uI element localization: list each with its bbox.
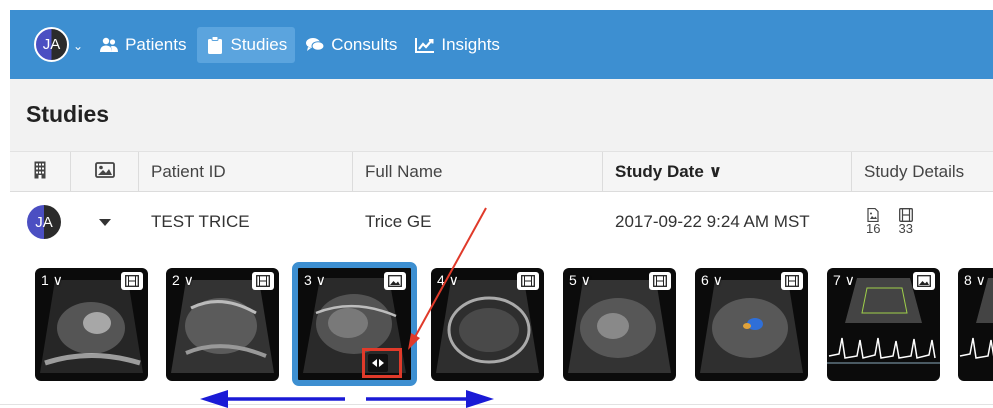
nav-patients[interactable]: Patients: [91, 27, 194, 63]
top-navbar: JA ⌄ Patients Studies Consults Insights: [10, 10, 993, 79]
table-header: Patient ID Full Name Study Date ∨ Study …: [10, 152, 993, 192]
column-header-study-details[interactable]: Study Details: [852, 152, 993, 192]
study-date-cell: 2017-09-22 9:24 AM MST: [615, 212, 810, 231]
thumbnail-8[interactable]: 8 ∨: [958, 268, 993, 381]
film-icon: [121, 272, 143, 290]
caret-down-icon[interactable]: [99, 218, 111, 226]
patient-initials: JA: [35, 213, 53, 231]
thumbnail-number[interactable]: 1 ∨: [41, 272, 63, 289]
row-avatar-cell: JA: [10, 193, 71, 251]
column-header-institution[interactable]: [10, 152, 71, 192]
thumbnail-number[interactable]: 2 ∨: [172, 272, 194, 289]
thumbnail-number[interactable]: 8 ∨: [964, 272, 986, 289]
users-icon: [99, 36, 119, 54]
scroll-right-arrow: [366, 390, 494, 408]
patient-avatar: JA: [27, 205, 61, 239]
nav-consults-label: Consults: [331, 34, 398, 54]
clipboard-icon: [205, 35, 225, 54]
page-header: Studies: [10, 79, 993, 152]
thumbnail-2[interactable]: 2 ∨: [166, 268, 279, 381]
study-details-cell: 16 33: [852, 193, 993, 251]
nav-insights[interactable]: Insights: [407, 27, 508, 63]
scroll-left-arrow: [200, 390, 345, 408]
user-initials: JA: [42, 36, 61, 53]
nav-patients-label: Patients: [125, 34, 187, 54]
image-count-value: 16: [866, 221, 881, 236]
clip-count: 33: [898, 208, 913, 236]
flip-horizontal-button[interactable]: [362, 348, 402, 378]
full-name-cell: Trice GE: [365, 212, 432, 231]
image-icon: [94, 161, 115, 183]
page-title: Studies: [26, 101, 110, 127]
image-icon: [913, 272, 935, 290]
flip-horizontal-icon: [368, 354, 388, 372]
nav-studies[interactable]: Studies: [196, 26, 296, 63]
column-header-study-date-label: Study Date ∨: [615, 162, 723, 181]
line-chart-icon: [415, 36, 435, 54]
nav-insights-label: Insights: [441, 34, 500, 54]
film-icon: [898, 208, 913, 222]
film-icon: [649, 272, 671, 290]
nav-studies-label: Studies: [230, 34, 288, 54]
thumbnail-number[interactable]: 6 ∨: [701, 272, 723, 289]
film-icon: [781, 272, 803, 290]
clip-count-value: 33: [898, 221, 913, 236]
thumbnail-number[interactable]: 7 ∨: [833, 272, 855, 289]
thumbnail-number[interactable]: 3 ∨: [304, 272, 326, 289]
column-header-full-name-label: Full Name: [365, 162, 443, 181]
thumbnail-3[interactable]: 3 ∨: [292, 262, 417, 386]
thumbnail-4[interactable]: 4 ∨: [431, 268, 544, 381]
thumbnail-6[interactable]: 6 ∨: [695, 268, 808, 381]
image-icon: [384, 272, 406, 290]
row-expand-toggle[interactable]: [71, 193, 139, 251]
nav-consults[interactable]: Consults: [297, 27, 405, 63]
column-header-patient-id[interactable]: Patient ID: [139, 152, 353, 192]
building-icon: [34, 161, 46, 184]
column-header-patient-id-label: Patient ID: [151, 162, 226, 181]
user-menu[interactable]: JA ⌄: [34, 27, 83, 62]
chevron-down-icon[interactable]: ⌄: [73, 39, 83, 53]
thumbnail-number[interactable]: 4 ∨: [437, 272, 459, 289]
image-file-icon: [867, 208, 879, 222]
row-divider: [0, 404, 993, 405]
column-header-study-date[interactable]: Study Date ∨: [603, 152, 852, 192]
thumbnail-strip[interactable]: 1 ∨ 2 ∨ 3 ∨ 4 ∨ 5 ∨ 6 ∨ 7 ∨ 8 ∨: [0, 262, 993, 392]
user-avatar[interactable]: JA: [34, 27, 69, 62]
table-row[interactable]: JA TEST TRICE Trice GE 2017-09-22 9:24 A…: [10, 193, 993, 251]
image-count: 16: [866, 208, 880, 236]
column-header-image[interactable]: [71, 152, 139, 192]
patient-id-cell: TEST TRICE: [151, 212, 250, 231]
column-header-full-name[interactable]: Full Name: [353, 152, 603, 192]
chat-icon: [305, 36, 325, 54]
thumbnail-number[interactable]: 5 ∨: [569, 272, 591, 289]
thumbnail-1[interactable]: 1 ∨: [35, 268, 148, 381]
thumbnail-5[interactable]: 5 ∨: [563, 268, 676, 381]
film-icon: [517, 272, 539, 290]
column-header-study-details-label: Study Details: [864, 162, 965, 181]
film-icon: [252, 272, 274, 290]
thumbnail-7[interactable]: 7 ∨: [827, 268, 940, 381]
